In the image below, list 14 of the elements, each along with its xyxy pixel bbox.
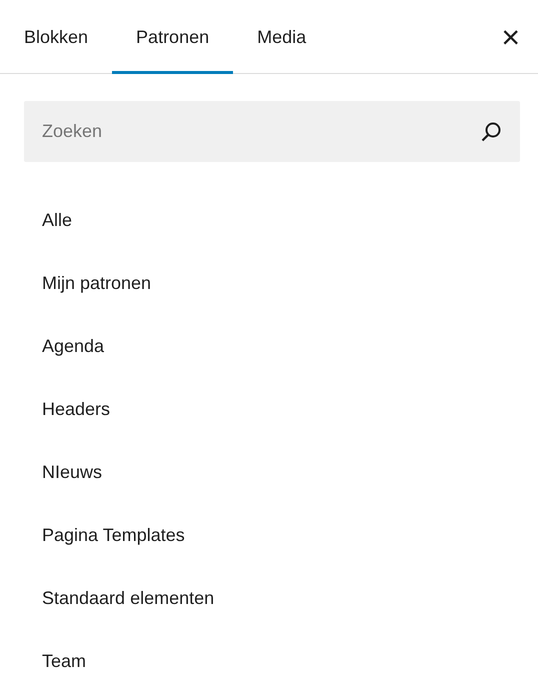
category-item[interactable]: Agenda [42, 332, 104, 395]
category-item[interactable]: NIeuws [42, 458, 102, 521]
category-item[interactable]: Mijn patronen [42, 269, 152, 332]
category-item[interactable]: Standaard elementen [42, 584, 214, 647]
category-item[interactable]: Headers [42, 395, 110, 458]
tab[interactable]: Blokken [0, 0, 112, 74]
search-field[interactable]: Zoeken [24, 101, 520, 162]
tab[interactable]: Media [233, 0, 330, 74]
category-item[interactable]: Pagina Templates [42, 521, 185, 584]
search-icon [480, 121, 502, 143]
category-item[interactable]: Team [42, 647, 86, 680]
tab[interactable]: Patronen [112, 0, 234, 74]
close-button[interactable]: × [483, 16, 538, 56]
category-item[interactable]: Alle [42, 206, 72, 269]
